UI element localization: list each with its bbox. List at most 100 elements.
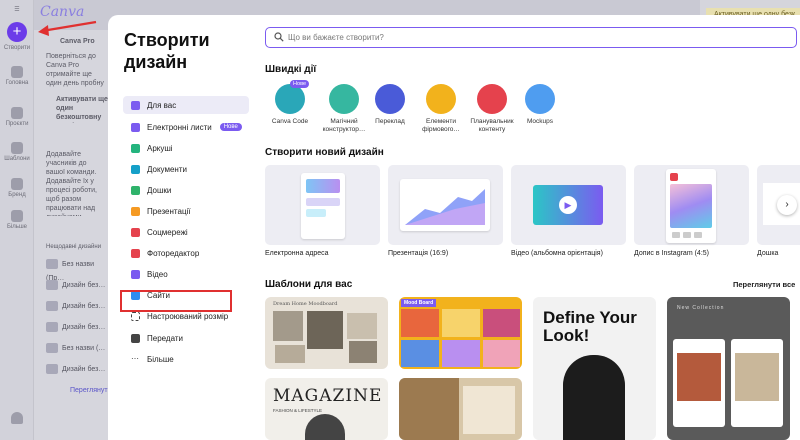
modal-title: Створити дизайн (124, 30, 210, 72)
quick-action[interactable]: Mockups (507, 84, 573, 126)
recent-item[interactable]: Дизайн без… (46, 279, 108, 293)
bell-icon[interactable] (0, 412, 34, 426)
templates-heading: Шаблони для вас (265, 279, 353, 290)
quick-action-icon: Нове (275, 80, 309, 114)
design-card-email[interactable] (265, 165, 380, 245)
home-icon (11, 66, 23, 78)
sidebar-item-more[interactable]: ⋯ Більше (123, 350, 249, 368)
left-rail: ☰ + Створити Головна Проєкти Шаблони Бре… (0, 0, 34, 440)
portrait-image (563, 355, 625, 440)
sheet-icon (131, 143, 140, 153)
rail-home[interactable]: Головна (0, 66, 34, 86)
design-label[interactable]: Електронна адреса (265, 250, 329, 257)
template-title: Dream Home Moodboard (273, 301, 338, 307)
quick-action-icon (329, 84, 359, 114)
sidebar-item-label: Соцмережі (147, 227, 188, 237)
template-title: New Collection (677, 305, 725, 311)
design-card-presentation[interactable] (388, 165, 503, 245)
quick-actions-heading: Швидкі дії (265, 64, 317, 75)
panel-title: Canva Pro (60, 38, 95, 45)
email-icon (131, 122, 140, 132)
presentation-icon (131, 206, 140, 216)
panel-text-1: Поверніться до Canva Pro отримайте ще од… (46, 53, 104, 87)
folder-icon (11, 107, 23, 119)
recent-item[interactable]: Дизайн без… (46, 363, 108, 377)
sidebar-item-label: Аркуші (147, 143, 173, 153)
design-card-video[interactable]: ▶ (511, 165, 626, 245)
template-card[interactable]: New Collection (667, 297, 790, 440)
view-all-link[interactable]: Переглянути (70, 386, 111, 395)
sidebar-item-photo[interactable]: Фоторедактор (123, 244, 249, 262)
sidebar-item-label: Дошки (147, 185, 172, 195)
panel-text-2[interactable]: Активувати ще один безкоштовну версію (56, 95, 108, 123)
design-label[interactable]: Допис в Instagram (4:5) (634, 250, 709, 257)
upload-icon (131, 333, 140, 343)
annotation-arrow (38, 20, 97, 36)
chevron-right-icon[interactable]: › (777, 195, 797, 215)
quick-action-icon (477, 84, 507, 114)
sidebar-item-document[interactable]: Документи (123, 160, 249, 178)
more-icon: ⋯ (131, 353, 139, 363)
design-label[interactable]: Дошка (757, 250, 778, 257)
sidebar-item-whiteboard[interactable]: Дошки (123, 181, 249, 199)
recent-item[interactable]: Дизайн без… (46, 300, 108, 314)
heart-icon (131, 227, 140, 237)
recent-item[interactable]: Дизайн без… (46, 321, 108, 335)
quick-action-icon (375, 84, 405, 114)
rail-templates[interactable]: Шаблони (0, 142, 34, 162)
design-label[interactable]: Відео (альбомна орієнтація) (511, 250, 603, 257)
design-card-instagram[interactable] (634, 165, 749, 245)
rail-more[interactable]: Більше (0, 210, 34, 230)
create-button[interactable]: + Створити (0, 22, 34, 51)
brand-icon (11, 178, 23, 190)
search-input[interactable] (288, 30, 788, 45)
panel-text-3: Додавайте учасників до вашої команди. До… (46, 151, 97, 216)
sidebar-item-label: Настроюваний розмір (147, 311, 229, 321)
create-label: Створити (3, 45, 31, 51)
quick-action-icon (525, 84, 555, 114)
new-badge: Нове (290, 80, 309, 88)
sidebar-item-email[interactable]: Електронні листи Нове (123, 118, 249, 136)
sidebar-item-label: Передати (147, 333, 183, 343)
sidebar-item-label: Документи (147, 164, 187, 174)
sidebar-item-upload[interactable]: Передати (123, 329, 249, 347)
recent-item[interactable]: Без назви (… (46, 342, 108, 356)
sidebar-item-label: Фоторедактор (147, 248, 200, 258)
template-card[interactable]: Mood Board (399, 297, 522, 369)
new-badge: Нове (219, 123, 242, 131)
sidebar-item-label: Для вас (147, 100, 177, 110)
menu-icon[interactable]: ☰ (0, 6, 34, 13)
template-title: MAGAZINE (273, 386, 383, 406)
see-all-link[interactable]: Переглянути все (733, 280, 795, 289)
more-dots-icon (11, 210, 23, 222)
template-card[interactable]: Dream Home Moodboard (265, 297, 388, 369)
rail-brand[interactable]: Бренд (0, 178, 34, 198)
sidebar-item-heart[interactable]: Соцмережі (123, 223, 249, 241)
new-design-heading: Створити новий дизайн (265, 147, 384, 158)
annotation-highlight-box (120, 290, 232, 312)
template-title: Mood Board (401, 299, 437, 307)
template-subtitle: FASHION & LIFESTYLE (273, 408, 323, 413)
quick-action-label: Mockups (526, 118, 553, 125)
instagram-icon (670, 173, 678, 181)
promo-panel (34, 30, 108, 440)
search-bar[interactable] (265, 27, 797, 48)
sidebar-item-video[interactable]: Відео (123, 265, 249, 283)
search-icon (274, 32, 284, 42)
recent-item[interactable]: Без назви (Пр… (46, 258, 108, 282)
video-icon (131, 269, 140, 279)
whiteboard-icon (131, 185, 140, 195)
sidebar-item-sheet[interactable]: Аркуші (123, 139, 249, 157)
design-label[interactable]: Презентація (16:9) (388, 250, 448, 257)
template-title: Define Your Look! (543, 308, 637, 345)
sparkle-icon (131, 100, 140, 110)
template-card[interactable] (399, 378, 522, 440)
quick-action-icon (426, 84, 456, 114)
rail-projects[interactable]: Проєкти (0, 107, 34, 127)
template-card[interactable]: Define Your Look! (533, 297, 656, 440)
document-icon (131, 164, 140, 174)
sidebar-item-label: Більше (147, 354, 174, 364)
sidebar-item-presentation[interactable]: Презентації (123, 202, 249, 220)
sidebar-item-sparkle[interactable]: Для вас (123, 96, 249, 114)
template-card[interactable]: MAGAZINE FASHION & LIFESTYLE (265, 378, 388, 440)
